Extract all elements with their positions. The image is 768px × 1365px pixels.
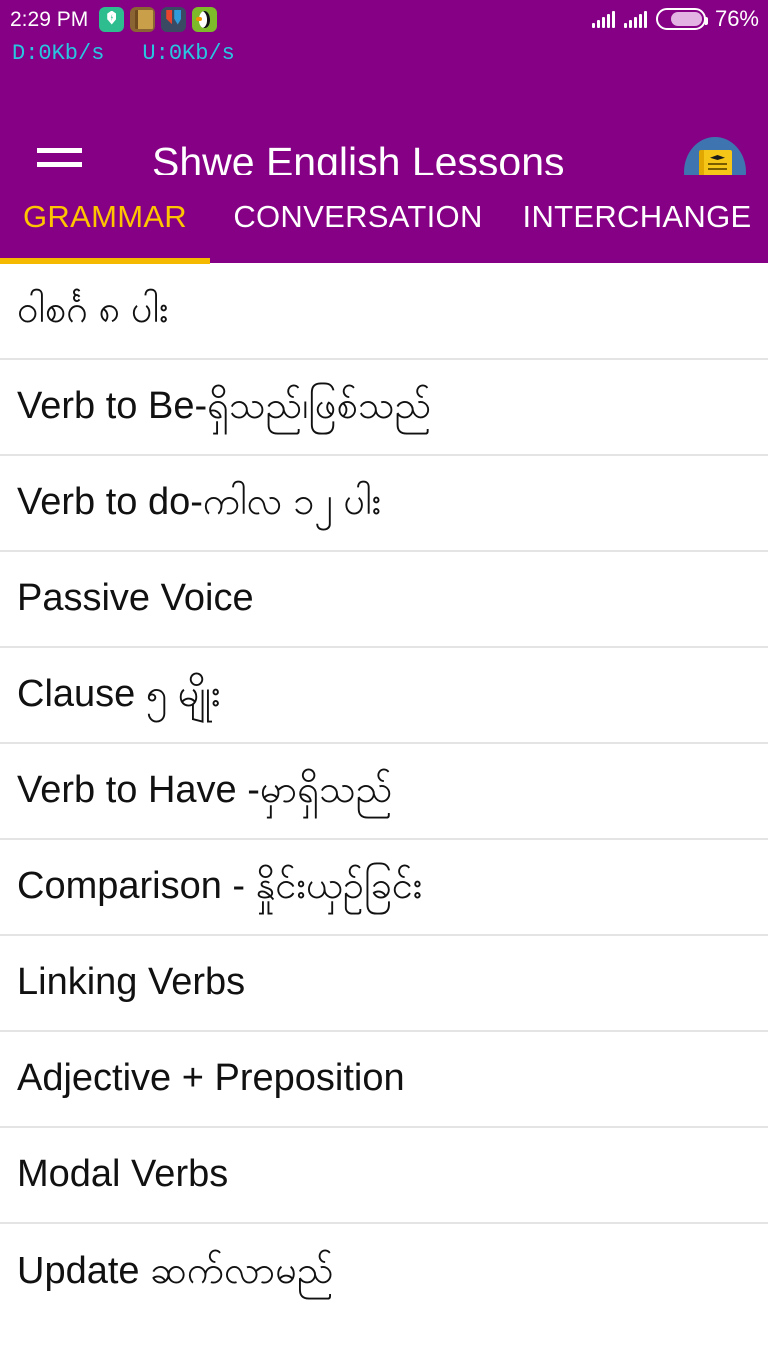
network-speed-bar: D:0Kb/s U:0Kb/s — [0, 38, 768, 70]
battery-percent-label: 76% — [714, 6, 759, 31]
list-item[interactable]: Update ဆက်လာမည် — [0, 1224, 768, 1320]
list-item[interactable]: Verb to do-ကါလ ၁၂ ပါး — [0, 456, 768, 552]
list-item-label: Verb to Be-ရှိသည်၊ဖြစ်သည် — [17, 385, 432, 428]
status-bar-notification-icons — [99, 6, 218, 32]
signal-strength-icon-sim2 — [623, 10, 647, 28]
tab-conversation[interactable]: CONVERSATION — [210, 175, 506, 258]
signal-strength-icon-sim1 — [591, 10, 615, 28]
list-item[interactable]: Adjective + Preposition — [0, 1032, 768, 1128]
tab-grammar[interactable]: GRAMMAR — [0, 175, 210, 258]
list-item-label: Adjective + Preposition — [17, 1057, 405, 1100]
list-item-label: Passive Voice — [17, 577, 254, 620]
list-item-label: Modal Verbs — [17, 1153, 229, 1196]
list-item-label: Verb to Have -မှာရှိသည် — [17, 769, 393, 812]
list-item[interactable]: Clause ၅ မျိုး — [0, 648, 768, 744]
tab-interchange[interactable]: INTERCHANGE — [506, 175, 768, 258]
status-bar-system-icons: 76% — [591, 6, 759, 31]
status-bar-clock: 2:29 PM — [10, 7, 89, 31]
list-item[interactable]: Linking Verbs — [0, 936, 768, 1032]
list-item[interactable]: ဝါစင်္ဂ ၈ ပါး — [0, 264, 768, 360]
app-screen: 2:29 PM 76% D:0Kb/s U:0Kb/s Shwe English… — [0, 0, 768, 1365]
puffin-browser-icon — [192, 6, 218, 32]
shield-app-icon — [99, 6, 125, 32]
list-item-label: ဝါစင်္ဂ ၈ ပါး — [17, 289, 169, 332]
list-item-label: Linking Verbs — [17, 961, 246, 1004]
battery-icon — [655, 8, 708, 30]
tab-bar: GRAMMAR CONVERSATION INTERCHANGE — [0, 175, 768, 263]
list-item-label: Comparison - နှိုင်းယှဉ်ခြင်း — [17, 865, 423, 908]
list-item-label: Verb to do-ကါလ ၁၂ ပါး — [17, 481, 382, 524]
app-bar: Shwe English Lessons — [0, 70, 768, 207]
book-app-icon — [130, 6, 156, 32]
lesson-list: ဝါစင်္ဂ ၈ ပါး Verb to Be-ရှိသည်၊ဖြစ်သည် … — [0, 264, 768, 1320]
download-app-icon — [161, 6, 187, 32]
download-speed-label: D:0Kb/s — [12, 41, 105, 66]
list-item[interactable]: Verb to Have -မှာရှိသည် — [0, 744, 768, 840]
list-item-label: Update ဆက်လာမည် — [17, 1250, 334, 1293]
upload-speed-label: U:0Kb/s — [142, 41, 235, 66]
graduation-cap-icon — [710, 155, 725, 160]
list-item[interactable]: Passive Voice — [0, 552, 768, 648]
list-item-label: Clause ၅ မျိုး — [17, 673, 221, 716]
list-item[interactable]: Verb to Be-ရှိသည်၊ဖြစ်သည် — [0, 360, 768, 456]
list-item[interactable]: Modal Verbs — [0, 1128, 768, 1224]
list-item[interactable]: Comparison - နှိုင်းယှဉ်ခြင်း — [0, 840, 768, 936]
status-bar: 2:29 PM 76% — [0, 0, 768, 38]
